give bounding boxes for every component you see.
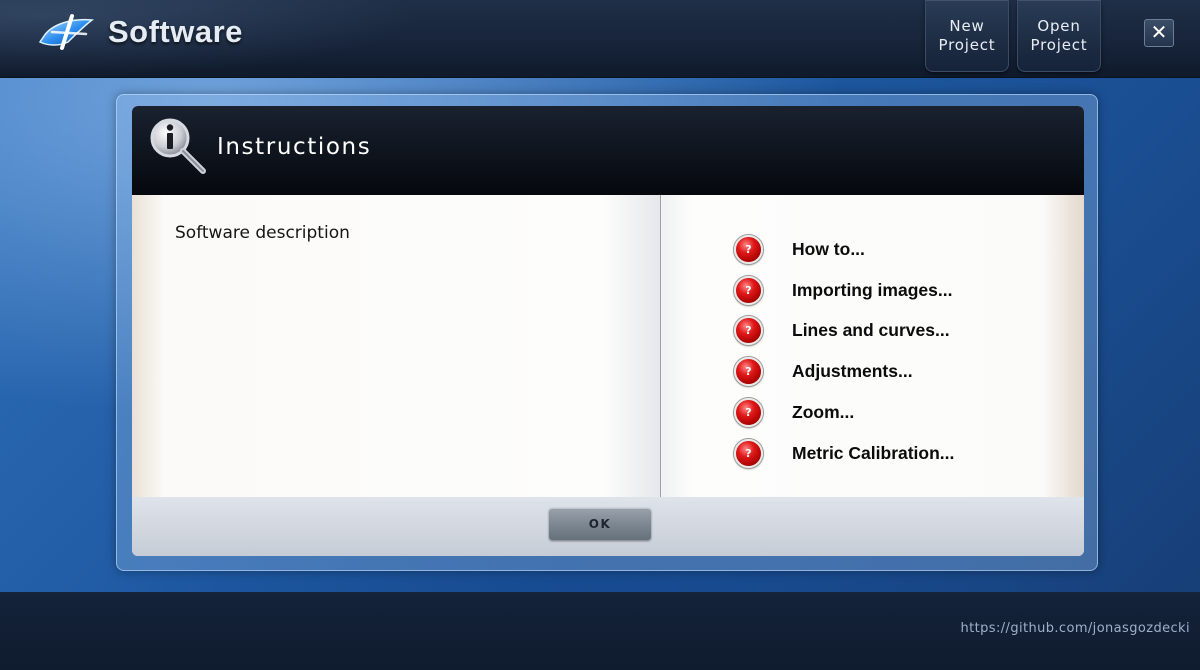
help-topic-label[interactable]: Lines and curves... <box>792 320 950 341</box>
question-mark-icon[interactable]: ? <box>734 275 763 305</box>
open-project-button[interactable]: Open Project <box>1017 0 1101 72</box>
new-project-label-line2: Project <box>938 35 996 54</box>
new-project-button[interactable]: New Project <box>925 0 1009 72</box>
help-topic-label[interactable]: Zoom... <box>792 402 854 423</box>
help-topic-label[interactable]: Importing images... <box>792 280 952 301</box>
app-title: Software <box>108 14 243 49</box>
help-topic-list: ? How to... ? Importing images... ? Line… <box>734 229 954 474</box>
open-project-label-line1: Open <box>1037 16 1081 35</box>
new-project-label-line1: New <box>949 16 985 35</box>
question-mark-icon[interactable]: ? <box>734 357 763 387</box>
instructions-dialog: Instructions Software description ? How … <box>132 106 1084 556</box>
app-logo-icon <box>38 14 94 50</box>
help-topic-importing-images[interactable]: ? Importing images... <box>734 270 954 311</box>
software-description: Software description <box>175 223 350 243</box>
title-bar: Software New Project Open Project ✕ <box>0 0 1200 78</box>
help-topic-label[interactable]: Adjustments... <box>792 361 913 382</box>
help-topic-zoom[interactable]: ? Zoom... <box>734 392 954 433</box>
help-topic-metric-calibration[interactable]: ? Metric Calibration... <box>734 433 954 474</box>
question-mark-icon[interactable]: ? <box>734 398 763 428</box>
open-project-label-line2: Project <box>1030 35 1088 54</box>
dialog-header: Instructions <box>132 106 1084 195</box>
help-topic-lines-and-curves[interactable]: ? Lines and curves... <box>734 311 954 352</box>
description-pane: Software description <box>132 195 661 497</box>
question-mark-icon[interactable]: ? <box>734 234 763 264</box>
close-button[interactable]: ✕ <box>1144 19 1174 47</box>
dialog-title: Instructions <box>217 134 372 160</box>
credit-link[interactable]: https://github.com/jonasgozdecki <box>961 621 1190 636</box>
info-magnifier-icon <box>150 118 206 174</box>
help-topic-label[interactable]: Metric Calibration... <box>792 443 954 464</box>
help-topic-label[interactable]: How to... <box>792 239 865 260</box>
ok-button[interactable]: OK <box>549 508 651 540</box>
dialog-footer: OK <box>132 497 1084 556</box>
question-mark-icon[interactable]: ? <box>734 438 763 468</box>
help-topic-adjustments[interactable]: ? Adjustments... <box>734 351 954 392</box>
help-topic-how-to[interactable]: ? How to... <box>734 229 954 270</box>
question-mark-icon[interactable]: ? <box>734 316 763 346</box>
help-topics-pane: ? How to... ? Importing images... ? Line… <box>662 195 1084 497</box>
